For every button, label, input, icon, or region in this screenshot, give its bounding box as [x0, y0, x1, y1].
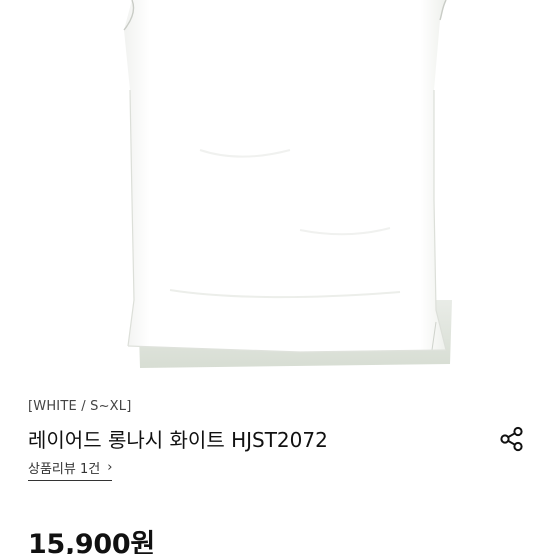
product-title: 레이어드 롱나시 화이트 HJST2072: [28, 428, 328, 452]
share-icon: [500, 426, 523, 452]
review-link[interactable]: 상품리뷰 1건 ›: [28, 458, 113, 481]
product-option-tag: [WHITE / S~XL]: [28, 399, 132, 414]
product-image[interactable]: [0, 0, 554, 372]
product-detail-page: [WHITE / S~XL] 레이어드 롱나시 화이트 HJST2072 상품리…: [0, 0, 554, 554]
chevron-right-icon: ›: [107, 460, 113, 475]
white-sleeveless-shirt-photo: [123, 0, 452, 368]
review-link-label: 상품리뷰 1건: [28, 462, 101, 477]
share-button[interactable]: [494, 421, 530, 457]
product-price: 15,900원: [28, 529, 155, 554]
